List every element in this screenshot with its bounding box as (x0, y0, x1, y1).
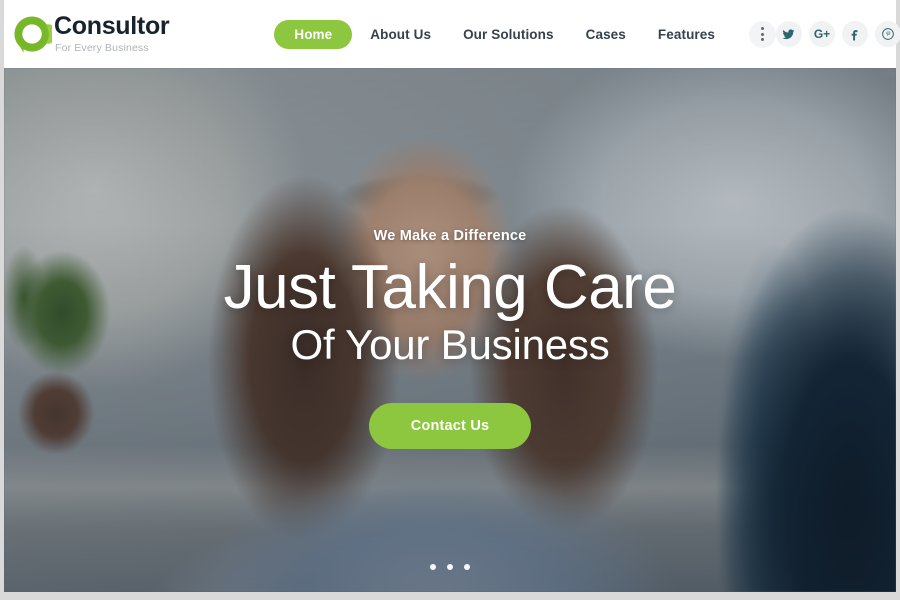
carousel-dot-1[interactable] (430, 564, 436, 570)
page-root: Consultor For Every Business Home About … (0, 0, 900, 600)
nav-item-our-solutions[interactable]: Our Solutions (449, 20, 568, 49)
main-navigation: Home About Us Our Solutions Cases Featur… (274, 19, 776, 49)
carousel-dots (4, 564, 896, 570)
site-header: Consultor For Every Business Home About … (4, 0, 900, 68)
nav-item-features[interactable]: Features (644, 20, 729, 49)
hero-title-line-1: Just Taking Care (223, 253, 677, 322)
carousel-dot-3[interactable] (464, 564, 470, 570)
social-links: G+ (775, 21, 900, 47)
hero-slider: We Make a Difference Just Taking Care Of… (4, 68, 896, 592)
twitter-icon[interactable] (775, 21, 802, 47)
kebab-dot (760, 27, 764, 30)
kebab-dot (760, 38, 764, 41)
kebab-menu-icon[interactable] (748, 20, 776, 48)
brand-name: Consultor (54, 11, 170, 40)
google-plus-label: G+ (813, 27, 831, 41)
nav-item-home[interactable]: Home (274, 19, 353, 49)
facebook-icon[interactable] (841, 21, 868, 47)
pinterest-icon[interactable] (874, 21, 900, 47)
hero-eyebrow: We Make a Difference (373, 228, 527, 244)
carousel-dot-2[interactable] (447, 564, 453, 570)
nav-item-cases[interactable]: Cases (572, 20, 640, 49)
brand-text: Consultor For Every Business (54, 11, 170, 55)
google-plus-icon[interactable]: G+ (808, 21, 835, 47)
hero-content: We Make a Difference Just Taking Care Of… (4, 68, 896, 592)
contact-us-button[interactable]: Contact Us (368, 402, 532, 449)
kebab-dot (760, 32, 764, 36)
hero-title-line-2: Of Your Business (290, 321, 610, 369)
speech-bubble-c-icon (12, 14, 52, 54)
brand-logo[interactable]: Consultor For Every Business (12, 11, 170, 55)
nav-item-about-us[interactable]: About Us (356, 20, 445, 49)
brand-tagline: For Every Business (55, 41, 149, 54)
